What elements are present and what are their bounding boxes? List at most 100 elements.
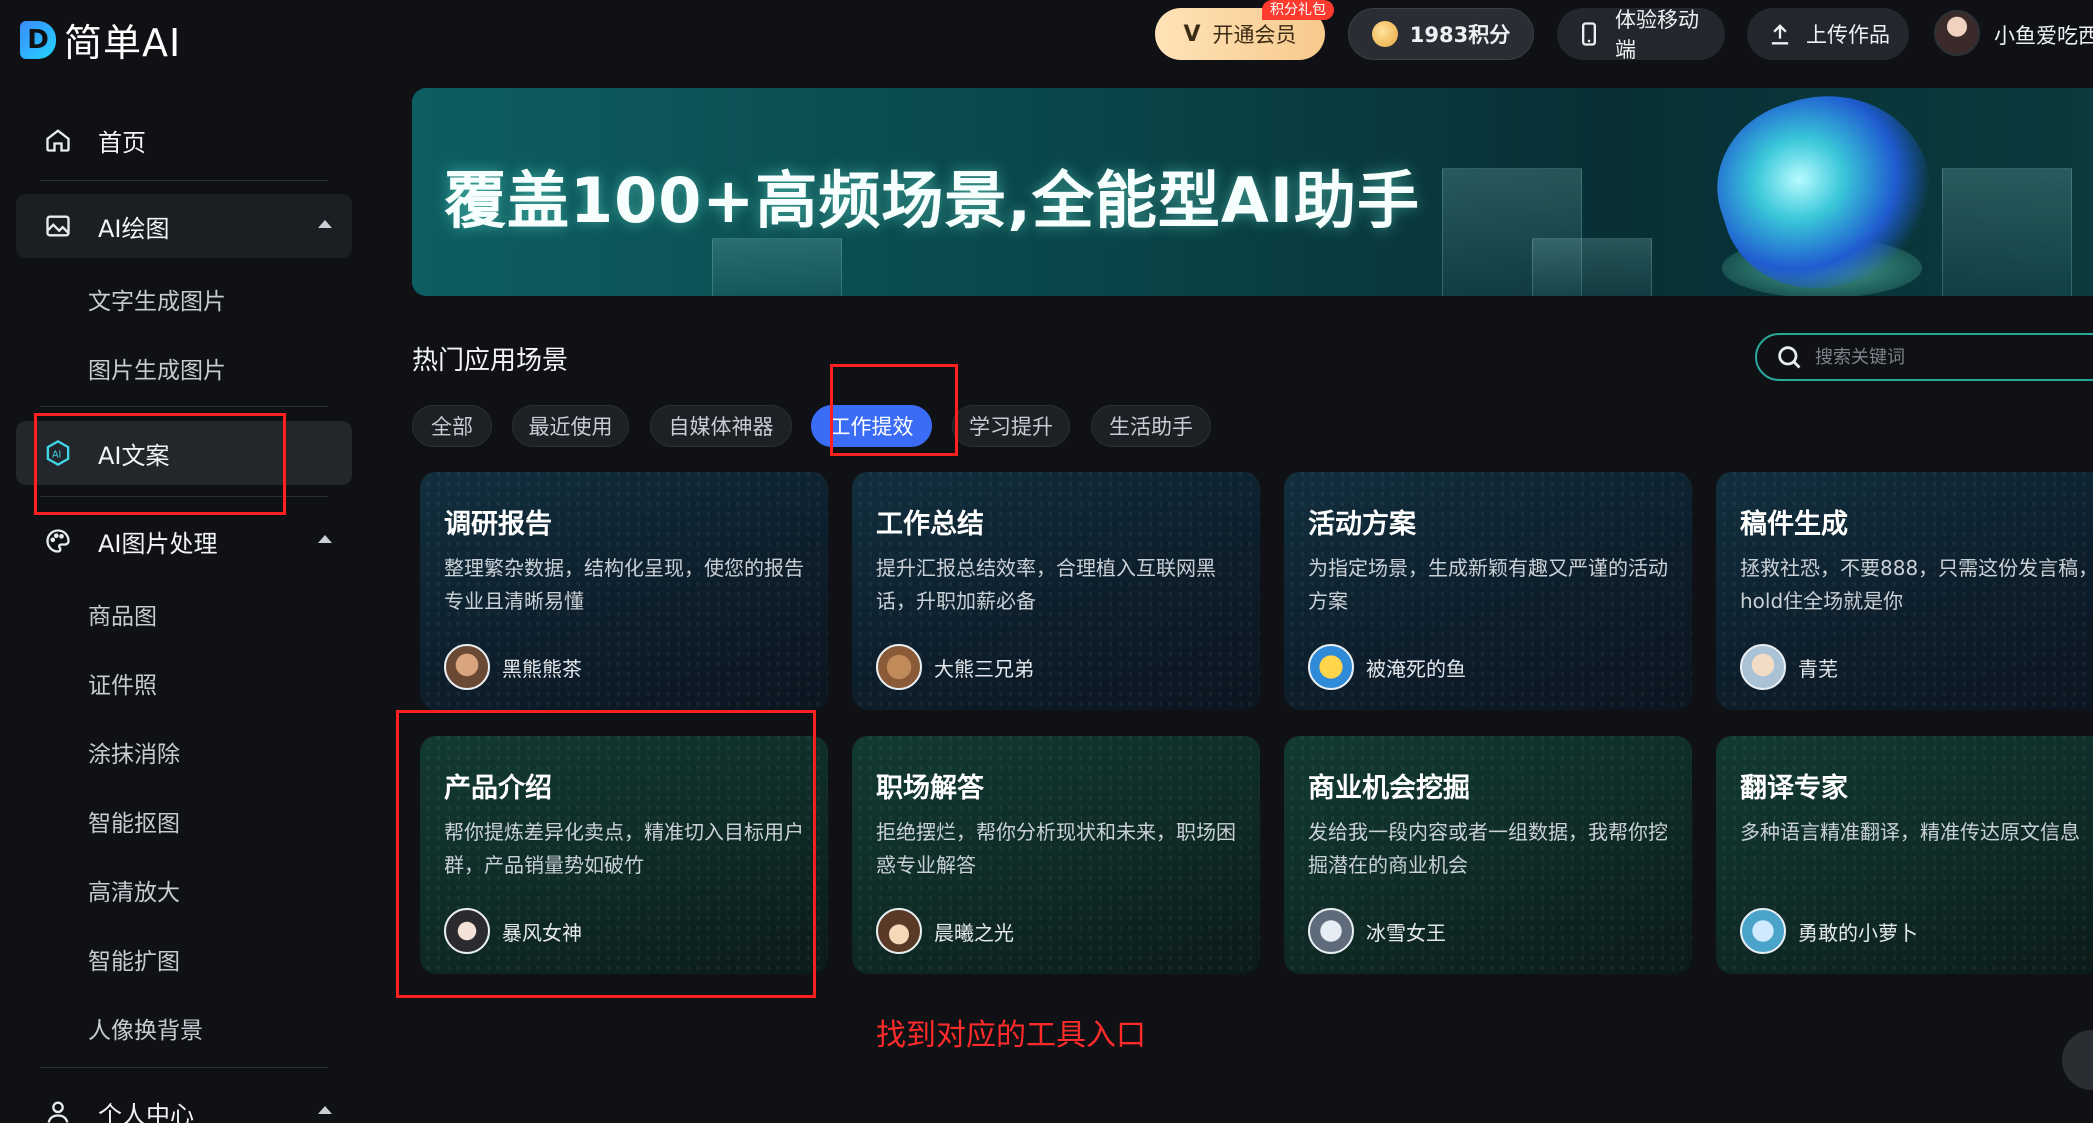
highlight-box-ai-copy [34, 413, 286, 515]
mobile-label: 体验移动端 [1615, 8, 1699, 62]
author-avatar [1308, 644, 1354, 690]
card-author: 勇敢的小萝卜 [1740, 908, 1918, 954]
sidebar-group-personal[interactable]: 个人中心 [16, 1080, 352, 1123]
banner-title: 覆盖100+高频场景,全能型AI助手 [444, 164, 1420, 237]
card-description: 多种语言精准翻译，精准传达原文信息 [1740, 820, 2080, 844]
upload-icon [1766, 20, 1794, 48]
mobile-button[interactable]: 体验移动端 [1557, 8, 1725, 62]
floating-action-button[interactable] [2062, 1030, 2093, 1090]
search-icon [1775, 343, 1803, 371]
card-title: 翻译专家 [1740, 773, 1848, 804]
upload-label: 上传作品 [1806, 23, 1890, 47]
card-title: 职场解答 [876, 773, 984, 804]
sidebar-item-text-to-image[interactable]: 文字生成图片 [88, 282, 226, 316]
author-avatar [444, 644, 490, 690]
sidebar-item-label: 个人中心 [98, 1100, 194, 1123]
card-title: 工作总结 [876, 509, 984, 540]
sidebar-item-cutout[interactable]: 智能抠图 [88, 804, 180, 838]
sidebar-item-image-to-image[interactable]: 图片生成图片 [88, 351, 226, 385]
card-author: 被淹死的鱼 [1308, 644, 1466, 690]
card-description: 拯救社恐，不要888，只需这份发言稿，hold住全场就是你 [1740, 556, 2093, 613]
author-avatar [876, 908, 922, 954]
author-name: 黑熊熊茶 [502, 656, 582, 681]
sidebar-item-product-image[interactable]: 商品图 [88, 597, 157, 631]
vip-icon: V [1183, 21, 1201, 47]
search-box[interactable] [1755, 333, 2093, 381]
upload-button[interactable]: 上传作品 [1747, 8, 1909, 60]
highlight-box-work-tab [830, 364, 958, 456]
search-input[interactable] [1815, 346, 2093, 368]
user-icon [44, 1098, 72, 1123]
sidebar-item-erase[interactable]: 涂抹消除 [88, 735, 180, 769]
author-name: 大熊三兄弟 [934, 656, 1034, 681]
sidebar-item-label: AI图片处理 [98, 529, 218, 558]
phone-icon [1575, 20, 1603, 48]
tab-all[interactable]: 全部 [412, 405, 492, 447]
scenario-card-translator[interactable]: 翻译专家 多种语言精准翻译，精准传达原文信息 勇敢的小萝卜 [1716, 736, 2093, 974]
tab-recent[interactable]: 最近使用 [512, 405, 629, 447]
scenario-card-career-qa[interactable]: 职场解答 拒绝摆烂，帮你分析现状和未来，职场困惑专业解答 晨曦之光 [852, 736, 1260, 974]
author-name: 冰雪女王 [1366, 920, 1446, 945]
card-author: 大熊三兄弟 [876, 644, 1034, 690]
card-title: 商业机会挖掘 [1308, 773, 1470, 804]
sidebar-group-ai-image[interactable]: AI图片处理 [16, 509, 352, 573]
logo-text: 简单AI [64, 21, 182, 65]
sidebar-item-id-photo[interactable]: 证件照 [88, 666, 157, 700]
tab-media[interactable]: 自媒体神器 [650, 405, 792, 447]
card-title: 活动方案 [1308, 509, 1416, 540]
hero-banner[interactable]: 覆盖100+高频场景,全能型AI助手 [412, 88, 2093, 296]
username[interactable]: 小鱼爱吃西 [1994, 20, 2093, 50]
chevron-up-icon [318, 220, 332, 228]
decor-pillar [1942, 168, 2072, 296]
sidebar-group-ai-draw[interactable]: AI绘图 [16, 194, 352, 258]
tab-life[interactable]: 生活助手 [1091, 405, 1211, 447]
author-avatar [876, 644, 922, 690]
decor-pillar [712, 238, 842, 296]
coin-icon [1371, 21, 1398, 47]
points-label: 1983积分 [1409, 23, 1511, 47]
author-avatar [1308, 908, 1354, 954]
user-avatar[interactable] [1934, 10, 1980, 56]
annotation-note: 找到对应的工具入口 [876, 1018, 1146, 1053]
divider [40, 1067, 328, 1068]
author-name: 晨曦之光 [934, 920, 1014, 945]
scenario-card-event-plan[interactable]: 活动方案 为指定场景，生成新颖有趣又严谨的活动方案 被淹死的鱼 [1284, 472, 1692, 710]
sidebar-item-outpaint[interactable]: 智能扩图 [88, 942, 180, 976]
image-icon [44, 212, 72, 240]
author-name: 勇敢的小萝卜 [1798, 920, 1918, 945]
logo[interactable]: D 简单AI [20, 12, 181, 67]
tab-study[interactable]: 学习提升 [952, 405, 1070, 447]
author-name: 青芜 [1798, 656, 1838, 681]
highlight-box-product-intro [396, 710, 816, 998]
sidebar-item-label: 首页 [98, 128, 146, 157]
author-avatar [1740, 908, 1786, 954]
card-description: 为指定场景，生成新颖有趣又严谨的活动方案 [1308, 556, 1668, 613]
card-title: 调研报告 [444, 509, 552, 540]
scenario-card-research[interactable]: 调研报告 整理繁杂数据，结构化呈现，使您的报告专业且清晰易懂 黑熊熊茶 [420, 472, 828, 710]
card-description: 整理繁杂数据，结构化呈现，使您的报告专业且清晰易懂 [444, 556, 804, 613]
scenario-card-speech[interactable]: 稿件生成 拯救社恐，不要888，只需这份发言稿，hold住全场就是你 青芜 [1716, 472, 2093, 710]
points-button[interactable]: 1983积分 [1348, 8, 1534, 60]
divider [40, 180, 328, 181]
chevron-up-icon [318, 535, 332, 543]
scenario-card-summary[interactable]: 工作总结 提升汇报总结效率，合理植入互联网黑话，升职加薪必备 大熊三兄弟 [852, 472, 1260, 710]
sidebar: 首页 AI绘图 文字生成图片 图片生成图片 AI AI文案 AI图片处理 商品图… [0, 100, 370, 1123]
sidebar-item-upscale[interactable]: 高清放大 [88, 873, 180, 907]
divider [40, 406, 328, 407]
card-title: 稿件生成 [1740, 509, 1848, 540]
author-name: 被淹死的鱼 [1366, 656, 1466, 681]
sidebar-item-portrait-bg[interactable]: 人像换背景 [88, 1011, 203, 1045]
vip-label: 开通会员 [1212, 23, 1297, 47]
sidebar-item-label: AI绘图 [98, 214, 170, 243]
card-author: 晨曦之光 [876, 908, 1014, 954]
scenario-card-business-opportunity[interactable]: 商业机会挖掘 发给我一段内容或者一组数据，我帮你挖掘潜在的商业机会 冰雪女王 [1284, 736, 1692, 974]
logo-mark: D [20, 20, 56, 59]
author-avatar [1740, 644, 1786, 690]
home-icon [44, 126, 72, 154]
card-author: 青芜 [1740, 644, 1838, 690]
sidebar-item-home[interactable]: 首页 [44, 110, 146, 170]
card-author: 冰雪女王 [1308, 908, 1446, 954]
card-description: 提升汇报总结效率，合理植入互联网黑话，升职加薪必备 [876, 556, 1216, 613]
card-description: 拒绝摆烂，帮你分析现状和未来，职场困惑专业解答 [876, 820, 1236, 877]
decor-pillar [1532, 238, 1652, 296]
